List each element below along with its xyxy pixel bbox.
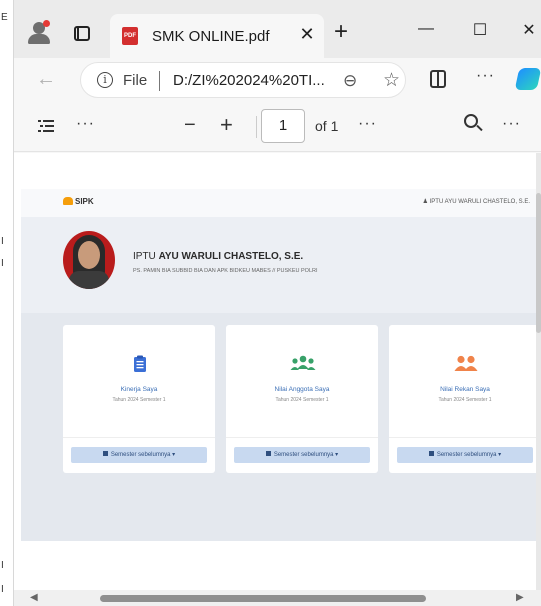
- profile-icon[interactable]: [28, 20, 50, 46]
- address-separator: [159, 71, 160, 91]
- page-number-input[interactable]: 1: [261, 109, 305, 143]
- address-row: ← i File D:/ZI%202024%20TI... ⊖ ☆ ···: [14, 58, 541, 102]
- new-tab-button[interactable]: +: [334, 20, 348, 44]
- calendar-icon: [265, 451, 271, 456]
- close-window-button[interactable]: ✕: [517, 20, 541, 40]
- card-kinerja-saya: Kinerja Saya Tahun 2024 Semester 1 Semes…: [63, 325, 215, 473]
- zoom-out-icon[interactable]: ⊖: [343, 71, 357, 91]
- profile-section: IPTU AYU WARULI CHASTELO, S.E. PS. PAMIN…: [21, 217, 536, 313]
- calendar-icon: [428, 451, 434, 456]
- pdf-viewport[interactable]: SIPK ♟ IPTU AYU WARULI CHASTELO, S.E. IP…: [14, 153, 541, 590]
- browser-window: PDF SMK ONLINE.pdf ✕ + — ☐ ✕ ← i File D:…: [14, 0, 541, 606]
- address-bar[interactable]: i File D:/ZI%202024%20TI... ⊖ ☆: [80, 62, 406, 98]
- close-tab-icon[interactable]: ✕: [297, 24, 317, 45]
- card-title: Nilai Anggota Saya: [274, 386, 330, 393]
- sipk-logo-icon: [63, 197, 73, 205]
- tab-smk-online[interactable]: PDF SMK ONLINE.pdf ✕: [110, 14, 324, 58]
- card-divider: [226, 437, 378, 438]
- semester-dropdown-button[interactable]: Semester sebelumnya ▾: [234, 447, 370, 463]
- semester-dropdown-button[interactable]: Semester sebelumnya ▾: [71, 447, 207, 463]
- browser-more-icon[interactable]: ···: [476, 67, 495, 85]
- pdf-toolbar: ··· − + 1 of 1 ··· ···: [14, 102, 541, 152]
- profile-name: IPTU AYU WARULI CHASTELO, S.E.: [133, 251, 304, 262]
- vertical-scroll-thumb[interactable]: [536, 193, 541, 333]
- tab-title: SMK ONLINE.pdf: [152, 28, 270, 45]
- card-nilai-rekan-saya: Nilai Rekan Saya Tahun 2024 Semester 1 S…: [389, 325, 541, 473]
- profile-photo: [63, 231, 115, 289]
- tab-actions-icon[interactable]: [74, 26, 90, 41]
- info-icon[interactable]: i: [97, 72, 113, 88]
- users-icon: [286, 355, 320, 377]
- semester-dropdown-button[interactable]: Semester sebelumnya ▾: [397, 447, 533, 463]
- card-divider: [389, 437, 541, 438]
- sipk-logo: SIPK: [63, 197, 94, 206]
- edge-mark: I: [1, 560, 4, 571]
- zoom-out-button[interactable]: −: [184, 114, 196, 137]
- edge-mark: E: [1, 12, 8, 23]
- clipboard-icon: [123, 355, 157, 377]
- card-title: Nilai Rekan Saya: [440, 386, 490, 393]
- copilot-icon[interactable]: [514, 68, 541, 90]
- title-bar: PDF SMK ONLINE.pdf ✕ + — ☐ ✕: [14, 0, 541, 58]
- pdf-more-right-icon[interactable]: ···: [502, 115, 521, 133]
- cards-section: Kinerja Saya Tahun 2024 Semester 1 Semes…: [21, 313, 541, 541]
- back-arrow-icon[interactable]: ←: [36, 68, 56, 91]
- horizontal-scrollbar[interactable]: ◀ ▶: [14, 590, 541, 606]
- pdf-more-middle-icon[interactable]: ···: [358, 115, 377, 133]
- card-nilai-anggota-saya: Nilai Anggota Saya Tahun 2024 Semester 1…: [226, 325, 378, 473]
- background-window-edge: E I I I I: [0, 0, 14, 606]
- vertical-scrollbar[interactable]: [536, 153, 541, 590]
- card-subtitle: Tahun 2024 Semester 1: [112, 397, 166, 403]
- minimize-button[interactable]: —: [414, 20, 438, 38]
- card-subtitle: Tahun 2024 Semester 1: [438, 397, 492, 403]
- card-title: Kinerja Saya: [120, 386, 158, 393]
- search-icon[interactable]: [464, 114, 478, 128]
- toolbar-separator: [256, 116, 257, 138]
- horizontal-scroll-thumb[interactable]: [100, 595, 426, 602]
- zoom-in-button[interactable]: +: [220, 112, 233, 138]
- doc-header-user: ♟ IPTU AYU WARULI CHASTELO, S.E.: [422, 199, 530, 205]
- edge-mark: I: [1, 236, 4, 247]
- calendar-icon: [102, 451, 108, 456]
- url-text[interactable]: D:/ZI%202024%20TI...: [173, 72, 325, 89]
- favorite-star-icon[interactable]: ☆: [383, 69, 400, 92]
- card-divider: [63, 437, 215, 438]
- pdf-file-icon: PDF: [122, 27, 138, 45]
- user-pair-icon: [449, 355, 483, 377]
- profile-role: PS. PAMIN BIA SUBBID BIA DAN APK BIDKEU …: [133, 268, 318, 274]
- edge-mark: I: [1, 584, 4, 595]
- pdf-page: SIPK ♟ IPTU AYU WARULI CHASTELO, S.E. IP…: [21, 153, 541, 590]
- doc-header: SIPK ♟ IPTU AYU WARULI CHASTELO, S.E.: [21, 189, 536, 217]
- maximize-button[interactable]: ☐: [468, 20, 492, 40]
- table-of-contents-icon[interactable]: [38, 120, 54, 132]
- edge-mark: I: [1, 258, 4, 269]
- pdf-more-left-icon[interactable]: ···: [76, 115, 95, 133]
- card-subtitle: Tahun 2024 Semester 1: [275, 397, 329, 403]
- scheme-label: File: [123, 72, 148, 89]
- scroll-left-arrow-icon[interactable]: ◀: [30, 592, 38, 603]
- scroll-right-arrow-icon[interactable]: ▶: [516, 592, 524, 603]
- page-count: of 1: [315, 118, 339, 134]
- split-screen-icon[interactable]: [430, 70, 446, 88]
